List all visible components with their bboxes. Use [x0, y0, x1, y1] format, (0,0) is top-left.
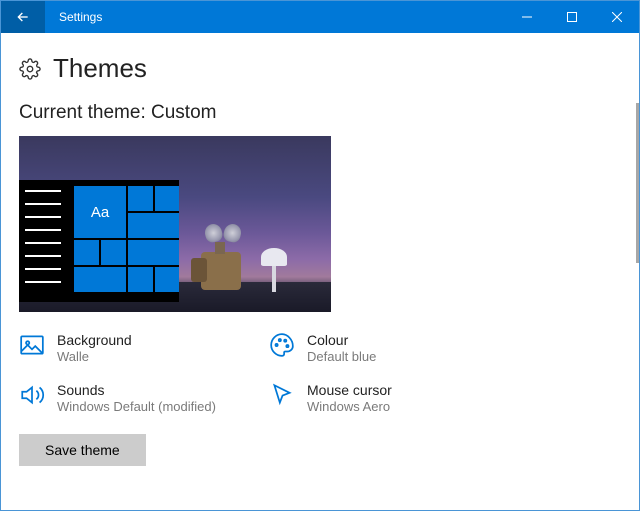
cursor-icon	[269, 382, 295, 408]
page-header: Themes	[19, 53, 621, 84]
option-value: Default blue	[307, 349, 376, 364]
option-background[interactable]: Background Walle	[19, 332, 269, 364]
theme-preview[interactable]: Aa	[19, 136, 331, 312]
theme-options: Background Walle Colour Default blue	[19, 332, 539, 414]
option-value: Windows Aero	[307, 399, 392, 414]
save-theme-button[interactable]: Save theme	[19, 434, 146, 466]
scrollbar[interactable]	[636, 103, 639, 263]
current-theme-label: Current theme: Custom	[19, 102, 621, 124]
preview-start-menu: Aa	[19, 180, 179, 302]
page-title: Themes	[53, 53, 147, 84]
option-sounds[interactable]: Sounds Windows Default (modified)	[19, 382, 269, 414]
option-label: Colour	[307, 332, 376, 348]
arrow-left-icon	[15, 9, 31, 25]
window-title: Settings	[45, 10, 504, 24]
maximize-icon	[567, 12, 577, 22]
minimize-button[interactable]	[504, 1, 549, 33]
maximize-button[interactable]	[549, 1, 594, 33]
window-controls	[504, 1, 639, 33]
option-mouse-cursor[interactable]: Mouse cursor Windows Aero	[269, 382, 519, 414]
close-icon	[612, 12, 622, 22]
preview-robot	[191, 220, 251, 290]
minimize-icon	[522, 12, 532, 22]
preview-tile-text: Aa	[74, 186, 126, 238]
option-value: Walle	[57, 349, 132, 364]
content-area: Themes Current theme: Custom Aa	[1, 33, 639, 510]
titlebar: Settings	[1, 1, 639, 33]
close-button[interactable]	[594, 1, 639, 33]
option-label: Sounds	[57, 382, 216, 398]
settings-window: Settings Themes Current theme: Custom	[0, 0, 640, 511]
gear-icon	[19, 58, 41, 80]
option-colour[interactable]: Colour Default blue	[269, 332, 519, 364]
picture-icon	[19, 332, 45, 358]
sound-icon	[19, 382, 45, 408]
preview-lamp	[259, 242, 289, 292]
option-label: Background	[57, 332, 132, 348]
palette-icon	[269, 332, 295, 358]
option-label: Mouse cursor	[307, 382, 392, 398]
option-value: Windows Default (modified)	[57, 399, 216, 414]
back-button[interactable]	[1, 1, 45, 33]
